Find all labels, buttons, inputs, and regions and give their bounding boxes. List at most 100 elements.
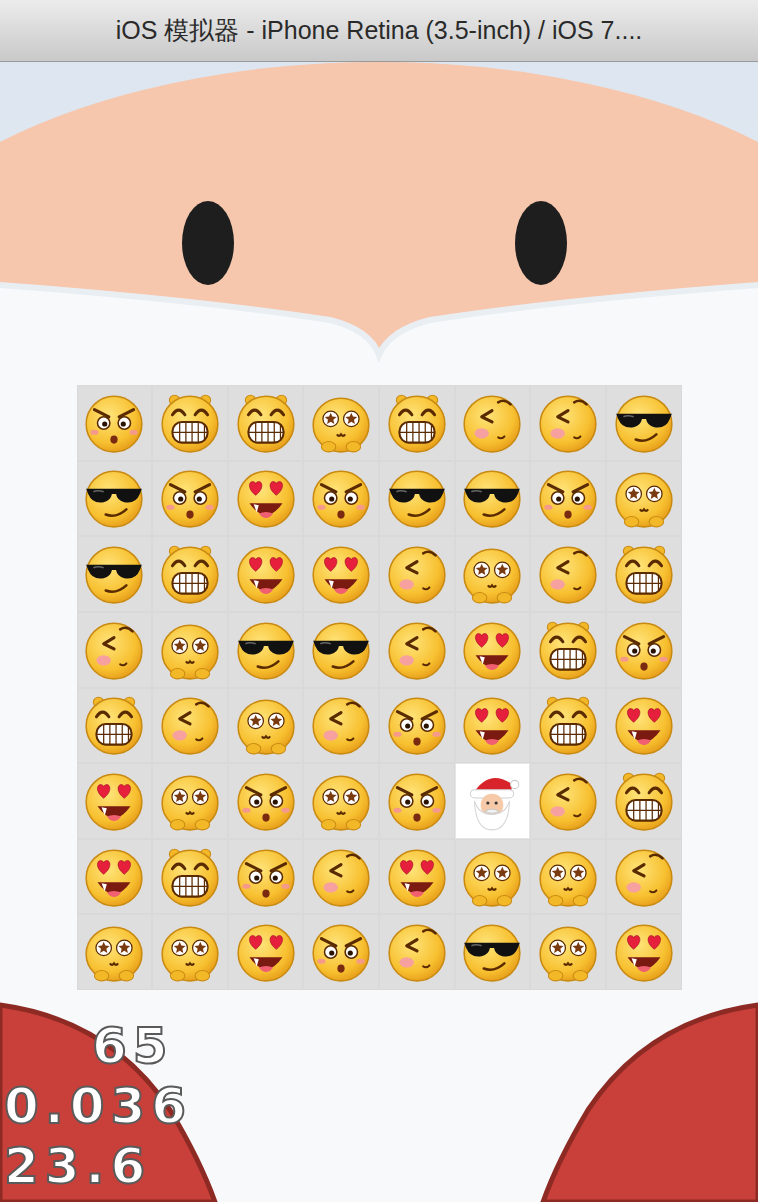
shy-face-icon xyxy=(459,390,525,456)
shy-face-icon xyxy=(535,390,601,456)
tile[interactable] xyxy=(303,914,379,990)
tile[interactable] xyxy=(228,688,304,764)
tile[interactable] xyxy=(379,688,455,764)
tile[interactable] xyxy=(303,839,379,915)
tile[interactable] xyxy=(303,763,379,839)
sunglasses-face-icon xyxy=(611,390,677,456)
tile[interactable] xyxy=(379,763,455,839)
tile[interactable] xyxy=(455,385,531,461)
tile[interactable] xyxy=(530,385,606,461)
heart-eyes-face-icon xyxy=(611,919,677,985)
tile[interactable] xyxy=(77,461,153,537)
tile[interactable] xyxy=(455,612,531,688)
heart-eyes-face-icon xyxy=(308,541,374,607)
tile[interactable] xyxy=(455,763,531,839)
tile[interactable] xyxy=(152,612,228,688)
tile[interactable] xyxy=(152,839,228,915)
shocked-face-icon xyxy=(157,465,223,531)
tile[interactable] xyxy=(77,763,153,839)
tile[interactable] xyxy=(152,688,228,764)
tile[interactable] xyxy=(379,612,455,688)
tile[interactable] xyxy=(455,536,531,612)
tile[interactable] xyxy=(303,688,379,764)
tile[interactable] xyxy=(228,612,304,688)
tile[interactable] xyxy=(303,461,379,537)
tile[interactable] xyxy=(379,536,455,612)
tile[interactable] xyxy=(530,688,606,764)
tile[interactable] xyxy=(228,385,304,461)
tile[interactable] xyxy=(530,839,606,915)
tile[interactable] xyxy=(77,839,153,915)
star-eyes-face-icon xyxy=(459,844,525,910)
tile[interactable] xyxy=(77,612,153,688)
star-eyes-face-icon xyxy=(157,919,223,985)
tile[interactable] xyxy=(152,536,228,612)
tile[interactable] xyxy=(606,612,682,688)
tile[interactable] xyxy=(77,688,153,764)
grinning-face-icon xyxy=(535,617,601,683)
shy-face-icon xyxy=(384,617,450,683)
shocked-face-icon xyxy=(308,919,374,985)
tile[interactable] xyxy=(379,385,455,461)
stat-line: 23.6 xyxy=(4,1136,151,1196)
tile[interactable] xyxy=(77,385,153,461)
grinning-face-icon xyxy=(157,844,223,910)
star-eyes-face-icon xyxy=(535,844,601,910)
sunglasses-face-icon xyxy=(459,919,525,985)
shy-face-icon xyxy=(535,768,601,834)
tile[interactable] xyxy=(379,914,455,990)
tile[interactable] xyxy=(606,839,682,915)
heart-eyes-face-icon xyxy=(81,768,147,834)
tile[interactable] xyxy=(152,461,228,537)
tile[interactable] xyxy=(303,536,379,612)
tile[interactable] xyxy=(530,461,606,537)
title-bar: iOS 模拟器 - iPhone Retina (3.5-inch) / iOS… xyxy=(0,0,758,62)
tile[interactable] xyxy=(228,839,304,915)
tile[interactable] xyxy=(606,914,682,990)
shy-face-icon xyxy=(535,541,601,607)
tile[interactable] xyxy=(530,612,606,688)
grinning-face-icon xyxy=(384,390,450,456)
tile[interactable] xyxy=(228,536,304,612)
tile[interactable] xyxy=(228,763,304,839)
tile[interactable] xyxy=(455,839,531,915)
shy-face-icon xyxy=(384,541,450,607)
tile[interactable] xyxy=(228,914,304,990)
tile[interactable] xyxy=(455,688,531,764)
window-title: iOS 模拟器 - iPhone Retina (3.5-inch) / iOS… xyxy=(116,12,643,50)
tile[interactable] xyxy=(455,914,531,990)
tile[interactable] xyxy=(530,914,606,990)
shocked-face-icon xyxy=(384,768,450,834)
tile[interactable] xyxy=(77,536,153,612)
stat-line: 0.036 xyxy=(4,1076,192,1136)
grinning-face-icon xyxy=(611,541,677,607)
grinning-face-icon xyxy=(535,692,601,758)
shy-face-icon xyxy=(384,919,450,985)
tile[interactable] xyxy=(606,763,682,839)
shocked-face-icon xyxy=(233,768,299,834)
tile[interactable] xyxy=(303,385,379,461)
tile[interactable] xyxy=(228,461,304,537)
shy-face-icon xyxy=(308,692,374,758)
star-eyes-face-icon xyxy=(157,617,223,683)
tile[interactable] xyxy=(606,688,682,764)
grinning-face-icon xyxy=(611,768,677,834)
tile[interactable] xyxy=(530,763,606,839)
santa-icon xyxy=(459,768,525,834)
tile[interactable] xyxy=(379,461,455,537)
tile[interactable] xyxy=(152,385,228,461)
tile[interactable] xyxy=(303,612,379,688)
tile[interactable] xyxy=(606,385,682,461)
star-eyes-face-icon xyxy=(157,768,223,834)
tile[interactable] xyxy=(152,763,228,839)
tile[interactable] xyxy=(77,914,153,990)
tile[interactable] xyxy=(530,536,606,612)
tile[interactable] xyxy=(379,839,455,915)
tile[interactable] xyxy=(606,461,682,537)
tile[interactable] xyxy=(606,536,682,612)
heart-eyes-face-icon xyxy=(233,465,299,531)
tile[interactable] xyxy=(455,461,531,537)
sunglasses-face-icon xyxy=(384,465,450,531)
tile[interactable] xyxy=(152,914,228,990)
heart-eyes-face-icon xyxy=(233,541,299,607)
